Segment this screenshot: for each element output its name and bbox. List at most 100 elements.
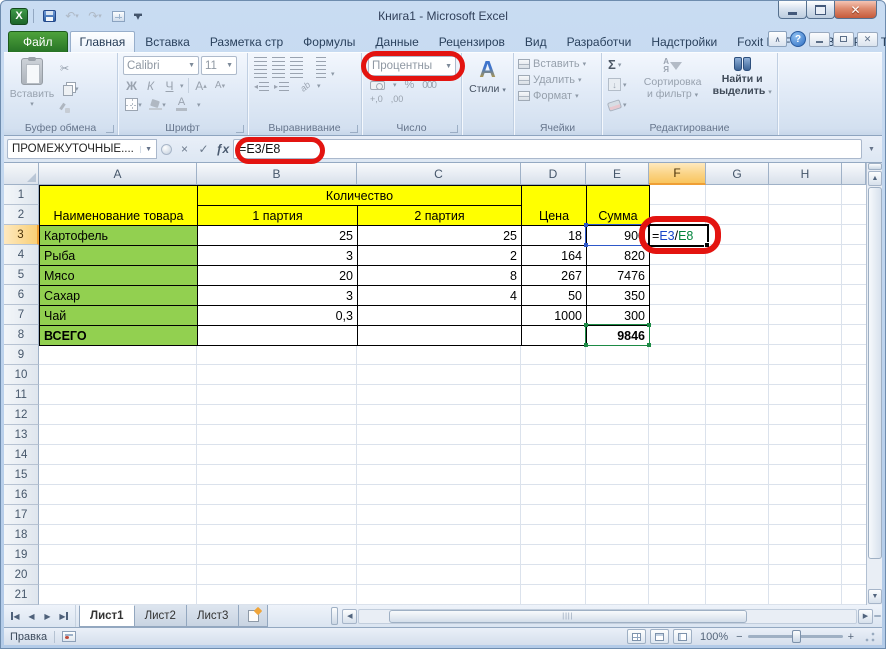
cut-button[interactable]: ✂ [58, 60, 82, 77]
sheet-tab-Лист2[interactable]: Лист2 [134, 605, 187, 627]
column-header-C[interactable]: C [357, 163, 521, 185]
cells-area[interactable]: Наименование товараКоличество1 партия2 п… [39, 185, 866, 605]
vertical-scroll-thumb[interactable] [868, 187, 882, 559]
column-header-partial[interactable] [842, 163, 866, 185]
row-header-16[interactable]: 16 [4, 485, 39, 505]
column-header-F[interactable]: F [649, 163, 706, 185]
row-header-8[interactable]: 8 [4, 325, 39, 345]
row-header-9[interactable]: 9 [4, 345, 39, 365]
cell-styles-button[interactable]: А Стили ▾ [469, 57, 506, 95]
autosum-button[interactable]: Σ▾ [606, 56, 636, 73]
cell-r4c5[interactable]: 820 [587, 246, 650, 266]
increase-decimal-button[interactable]: +,0 [370, 94, 383, 104]
insert-cells-button[interactable]: Вставить▾ [518, 58, 599, 70]
horizontal-scroll-thumb[interactable]: |||| [389, 610, 747, 623]
page-layout-view-button[interactable] [650, 629, 669, 644]
cell-r4c1[interactable]: Рыба [40, 246, 198, 266]
ribbon-tab[interactable]: Разработчи [557, 31, 642, 52]
minimize-button[interactable] [778, 1, 807, 19]
cell-r7c5[interactable]: 300 [587, 306, 650, 326]
cell-r6c4[interactable]: 50 [522, 286, 587, 306]
delete-cells-button[interactable]: Удалить▾ [518, 74, 599, 86]
format-cells-button[interactable]: Формат▾ [518, 90, 599, 102]
name-box[interactable]: ПРОМЕЖУТОЧНЫЕ....▼ [7, 139, 157, 159]
horizontal-split-handle[interactable] [874, 615, 881, 617]
bold-button[interactable]: Ж [123, 77, 140, 94]
sort-filter-button[interactable]: АЯ Сортировкаи фильтр ▾ [640, 56, 706, 121]
cell-r6c5[interactable]: 350 [587, 286, 650, 306]
workbook-minimize-button[interactable] [809, 32, 830, 47]
number-dialog-launcher[interactable] [450, 125, 458, 133]
scroll-down-icon[interactable]: ▼ [868, 589, 882, 604]
vertical-split-handle[interactable] [868, 163, 882, 170]
decrease-indent-icon[interactable]: ◂ [254, 82, 269, 91]
cell-r3c2[interactable]: 25 [198, 226, 358, 246]
ribbon-tab[interactable]: Данные [365, 31, 428, 52]
vertical-scrollbar[interactable]: ▲ ▼ [866, 163, 882, 605]
zoom-in-icon[interactable]: + [848, 631, 854, 643]
zoom-out-icon[interactable]: − [736, 631, 742, 643]
scroll-right-icon[interactable]: ▶ [858, 609, 873, 624]
font-name-combobox[interactable]: Calibri▼ [123, 56, 199, 75]
row-header-20[interactable]: 20 [4, 565, 39, 585]
row-header-4[interactable]: 4 [4, 245, 39, 265]
restore-button[interactable] [806, 1, 835, 19]
borders-button[interactable]: ▾ [125, 96, 142, 113]
first-sheet-button[interactable]: ◀ [8, 609, 23, 624]
accounting-format-icon[interactable] [370, 81, 385, 90]
font-color-button[interactable]: А [173, 96, 190, 113]
scroll-up-icon[interactable]: ▲ [868, 171, 882, 186]
align-right-icon[interactable] [290, 69, 303, 78]
cell-F3-editing[interactable]: =E3/E8 [648, 224, 709, 247]
align-bottom-icon[interactable] [290, 57, 303, 66]
row-header-3[interactable]: 3 [4, 225, 39, 245]
underline-button[interactable]: Ч [161, 77, 178, 94]
cell-r3c1[interactable]: Картофель [40, 226, 198, 246]
ribbon-tab[interactable]: Вставка [135, 31, 200, 52]
row-header-6[interactable]: 6 [4, 285, 39, 305]
sheet-tab-Лист1[interactable]: Лист1 [79, 605, 135, 627]
row-header-13[interactable]: 13 [4, 425, 39, 445]
cell-r2c2[interactable]: 1 партия [198, 206, 358, 226]
row-header-21[interactable]: 21 [4, 585, 39, 605]
clear-button[interactable]: ▾ [606, 96, 636, 113]
name-box-arrow-icon[interactable]: ▼ [140, 146, 152, 153]
orientation-icon[interactable]: ab [298, 78, 314, 93]
cell-r1c2[interactable]: Количество [198, 186, 522, 206]
row-header-10[interactable]: 10 [4, 365, 39, 385]
cell-r8c2[interactable] [198, 326, 358, 346]
align-center-icon[interactable] [272, 69, 285, 78]
expand-formula-bar-icon[interactable]: ▼ [864, 139, 879, 159]
column-header-H[interactable]: H [769, 163, 842, 185]
cell-r6c2[interactable]: 3 [198, 286, 358, 306]
macro-record-icon[interactable] [62, 631, 76, 642]
insert-function-button[interactable]: ƒx [214, 140, 231, 158]
column-header-E[interactable]: E [586, 163, 649, 185]
ribbon-tab[interactable]: Рецензиров [429, 31, 515, 52]
zoom-slider-thumb[interactable] [792, 630, 801, 643]
page-break-view-button[interactable] [673, 629, 692, 644]
cell-r7c1[interactable]: Чай [40, 306, 198, 326]
cell-r7c4[interactable]: 1000 [522, 306, 587, 326]
comma-style-button[interactable]: 000 [422, 80, 436, 91]
fill-button[interactable]: ↓▾ [606, 76, 636, 93]
shrink-font-button[interactable]: А▾ [212, 77, 229, 94]
row-header-1[interactable]: 1 [4, 185, 39, 205]
fill-color-button[interactable]: ▾ [149, 96, 166, 113]
number-format-combobox[interactable]: Процентны▼ [368, 56, 456, 76]
row-header-18[interactable]: 18 [4, 525, 39, 545]
font-dialog-launcher[interactable] [236, 125, 244, 133]
column-header-A[interactable]: A [39, 163, 197, 185]
cell-r5c2[interactable]: 20 [198, 266, 358, 286]
tab-file[interactable]: Файл [8, 31, 68, 52]
cell-r5c5[interactable]: 7476 [587, 266, 650, 286]
cell-r7c2[interactable]: 0,3 [198, 306, 358, 326]
align-left-icon[interactable] [254, 69, 267, 78]
zoom-level[interactable]: 100% [700, 631, 728, 643]
italic-button[interactable]: К [142, 77, 159, 94]
insert-worksheet-button[interactable] [238, 605, 268, 627]
collapse-ribbon-icon[interactable]: ∧ [768, 31, 787, 47]
cell-r6c1[interactable]: Сахар [40, 286, 198, 306]
help-icon[interactable]: ? [790, 31, 806, 47]
row-header-17[interactable]: 17 [4, 505, 39, 525]
